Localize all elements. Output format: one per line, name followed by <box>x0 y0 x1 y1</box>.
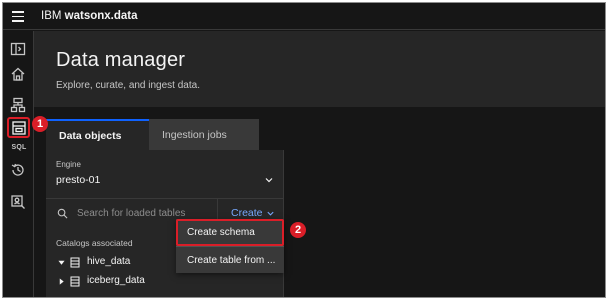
engine-label: Engine <box>56 160 81 169</box>
search-icon <box>57 208 68 219</box>
top-header: IBM watsonx.data <box>3 3 605 30</box>
tab-data-objects[interactable]: Data objects <box>46 119 149 150</box>
app-window: IBM watsonx.data SQL Data manager Explor… <box>2 2 606 298</box>
hamburger-menu-icon[interactable] <box>12 11 24 22</box>
brand[interactable]: IBM watsonx.data <box>41 10 138 22</box>
main-content: Data manager Explore, curate, and ingest… <box>34 31 605 297</box>
engine-dropdown[interactable]: presto-01 <box>56 174 100 186</box>
menu-item-create-table[interactable]: Create table from ... <box>176 246 284 273</box>
content-body: Data objects Ingestion jobs Engine prest… <box>34 107 605 297</box>
history-icon[interactable] <box>10 162 26 178</box>
menu-item-create-schema[interactable]: Create schema <box>176 219 284 246</box>
access-control-icon[interactable] <box>10 194 26 210</box>
catalog-name: iceberg_data <box>87 275 145 286</box>
catalog-icon <box>70 276 80 287</box>
caret-down-icon[interactable] <box>58 259 65 266</box>
sidebar-toggle-icon[interactable] <box>10 41 26 57</box>
page-title: Data manager <box>56 49 186 71</box>
infrastructure-icon[interactable] <box>10 97 26 113</box>
step-marker-1: 1 <box>32 116 48 132</box>
catalog-icon <box>70 257 80 268</box>
brand-name: watsonx.data <box>64 10 138 22</box>
caret-right-icon[interactable] <box>58 278 65 285</box>
create-dropdown-menu: Create schema Create table from ... <box>176 219 284 273</box>
step-marker-2: 2 <box>290 222 306 238</box>
page-subtitle: Explore, curate, and ingest data. <box>56 80 200 91</box>
brand-prefix: IBM <box>41 10 62 22</box>
left-nav-rail: SQL <box>3 31 34 297</box>
sql-icon[interactable]: SQL <box>9 144 29 151</box>
chevron-down-icon <box>267 211 274 216</box>
create-button-label: Create <box>231 207 263 219</box>
chevron-down-icon[interactable] <box>264 175 274 185</box>
home-icon[interactable] <box>10 66 26 82</box>
catalog-name: hive_data <box>87 256 131 267</box>
tab-ingestion-jobs[interactable]: Ingestion jobs <box>149 119 259 150</box>
catalogs-label: Catalogs associated <box>56 238 133 248</box>
data-manager-icon[interactable] <box>11 120 27 136</box>
